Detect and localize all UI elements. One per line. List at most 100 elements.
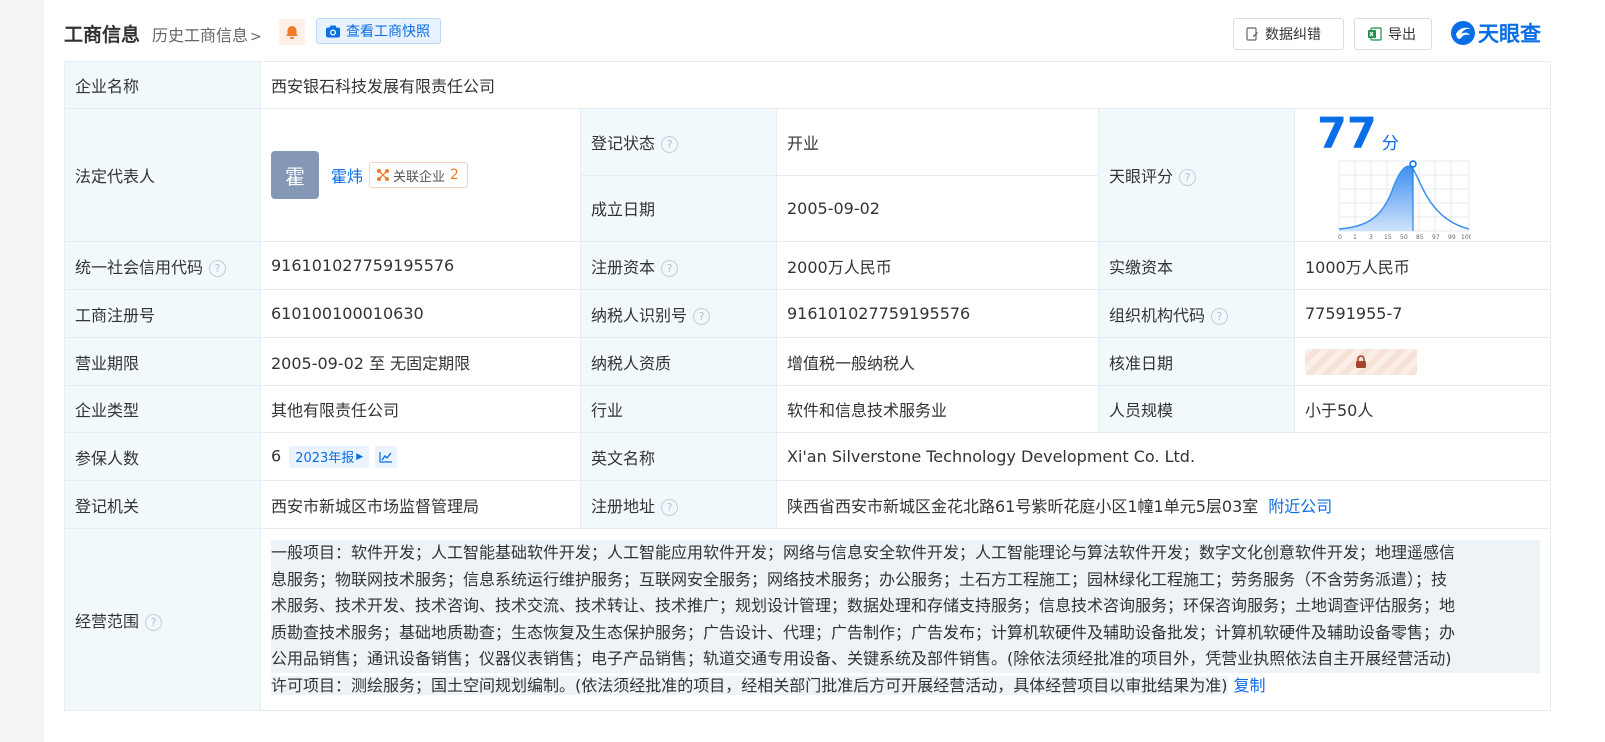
- tax-id-label: 纳税人识别号?: [580, 289, 777, 338]
- locked-value[interactable]: [1305, 348, 1417, 375]
- section-header: 工商信息 历史工商信息 > 查看工商快照 数据纠错 导出 天眼查: [64, 16, 1584, 50]
- score-value: 77: [1317, 109, 1377, 159]
- avatar[interactable]: 霍: [271, 151, 319, 199]
- scope-line: 一般项目：软件开发；人工智能基础软件开发；人工智能应用软件开发；网络与信息安全软…: [271, 540, 1541, 567]
- industry-value: 软件和信息技术服务业: [776, 385, 1099, 433]
- axis-tick: 100: [1461, 234, 1471, 241]
- axis-tick: 15: [1384, 234, 1392, 241]
- company-name-value: 西安银石科技发展有限责任公司: [259, 61, 1552, 109]
- org-code-label: 组织机构代码?: [1098, 289, 1295, 338]
- section-title: 工商信息: [64, 24, 141, 46]
- annual-report-tag[interactable]: 2023年报 ▶: [289, 445, 370, 468]
- approve-date-value: [1293, 337, 1552, 386]
- logo-mark-icon: [1451, 21, 1475, 45]
- scope-label: 经营范围?: [64, 528, 261, 711]
- monitor-bell-button[interactable]: [279, 19, 305, 45]
- table-row: 参保人数 6 2023年报 ▶ 英文名称 Xi'an Silverstone Tec…: [64, 432, 1552, 481]
- export-label: 导出: [1388, 27, 1416, 43]
- english-name-value: Xi'an Silverstone Technology Development…: [775, 432, 1552, 481]
- camera-icon: [326, 25, 340, 37]
- org-code-label-text: 组织机构代码: [1109, 305, 1206, 325]
- insured-value: 6: [271, 446, 282, 465]
- table-row: 工商注册号 610100100010630 纳税人识别号? 9161010277…: [64, 289, 1552, 338]
- related-label: 关联企业: [393, 169, 446, 185]
- logo-text: 天眼查: [1478, 22, 1541, 46]
- score-label-text: 天眼评分: [1109, 167, 1174, 186]
- est-date-label: 成立日期: [580, 174, 777, 242]
- authority-label: 登记机关: [64, 480, 261, 529]
- score-distribution-chart: 0 1 3 15 50 85 97 99 100: [1338, 160, 1473, 241]
- excel-icon: [1368, 27, 1382, 41]
- tax-qual-value: 增值税一般纳税人: [776, 337, 1099, 386]
- export-button[interactable]: 导出: [1354, 18, 1432, 50]
- scope-text: 一般项目：软件开发；人工智能基础软件开发；人工智能应用软件开发；网络与信息安全软…: [271, 536, 1541, 703]
- table-row: 登记机关 西安市新城区市场监督管理局 注册地址? 陕西省西安市新城区金花北路61…: [64, 480, 1552, 529]
- table-row: 营业期限 2005-09-02 至 无固定期限 纳税人资质 增值税一般纳税人 核…: [64, 337, 1552, 386]
- scope-line: 质勘查技术服务；基础地质勘查；生态恢复及生态保护服务；广告设计、代理；广告制作；…: [271, 619, 1541, 646]
- caret-right-icon: ▶: [356, 451, 364, 462]
- company-name-label: 企业名称: [64, 61, 261, 109]
- data-correct-label: 数据纠错: [1265, 27, 1321, 43]
- company-type-value: 其他有限责任公司: [260, 385, 581, 433]
- related-companies-tag[interactable]: 关联企业 2: [369, 162, 468, 188]
- credit-code-label: 统一社会信用代码?: [64, 241, 261, 290]
- tax-id-value: 916101027759195576: [776, 289, 1099, 338]
- tax-id-label-text: 纳税人识别号: [591, 305, 688, 325]
- help-icon[interactable]: ?: [661, 259, 679, 277]
- term-value: 2005-09-02 至 无固定期限: [260, 337, 581, 386]
- help-icon[interactable]: ?: [693, 307, 711, 325]
- score-marker-dot: [1409, 160, 1417, 168]
- reg-capital-value: 2000万人民币: [776, 241, 1099, 290]
- snapshot-label: 查看工商快照: [346, 24, 430, 40]
- scope-line: 息服务；物联网技术服务；信息系统运行维护服务；互联网安全服务；网络技术服务；办公…: [271, 566, 1541, 593]
- related-count: 2: [450, 167, 459, 183]
- annual-report-label: 2023年报: [295, 451, 355, 466]
- copy-button[interactable]: 复制: [1234, 676, 1266, 695]
- legal-rep-label: 法定代表人: [64, 108, 261, 242]
- nearby-companies-link[interactable]: 附近公司: [1268, 497, 1332, 516]
- score-axis: 0 1 3 15 50 85 97 99 100: [1338, 234, 1473, 241]
- address-label: 注册地址?: [580, 480, 777, 529]
- insured-label: 参保人数: [64, 432, 261, 481]
- reg-status-label: 登记状态?: [580, 108, 777, 176]
- address-cell: 陕西省西安市新城区金花北路61号紫昕花庭小区1幢1单元5层03室 附近公司: [775, 480, 1552, 529]
- industry-label: 行业: [580, 385, 777, 433]
- staff-size-value: 小于50人: [1293, 385, 1552, 433]
- scope-line: 公用品销售；通讯设备销售；仪器仪表销售；电子产品销售；轨道交通专用设备、关键系统…: [271, 646, 1541, 673]
- table-row: 法定代表人 霍霍炜 关联企业 2 登记状态? 开业 天眼评分? 77 分 0 1…: [64, 108, 1552, 242]
- help-icon[interactable]: ?: [1179, 169, 1197, 186]
- page: 工商信息 历史工商信息 > 查看工商快照 数据纠错 导出 天眼查 企业名称 西安银…: [44, 0, 1605, 742]
- reg-no-value: 610100100010630: [260, 289, 581, 338]
- english-name-label: 英文名称: [580, 432, 777, 481]
- trend-chart-button[interactable]: [375, 445, 398, 468]
- help-icon[interactable]: ?: [661, 135, 679, 153]
- paid-capital-label: 实缴资本: [1098, 241, 1295, 290]
- company-type-label: 企业类型: [64, 385, 261, 433]
- axis-tick: 97: [1432, 234, 1440, 241]
- org-code-value: 77591955-7: [1293, 289, 1552, 338]
- reg-capital-label: 注册资本?: [580, 241, 777, 290]
- table-row: 经营范围? 一般项目：软件开发；人工智能基础软件开发；人工智能应用软件开发；网络…: [64, 528, 1552, 711]
- chevron-right-icon: >: [250, 29, 262, 45]
- scope-line: 术服务、技术开发、技术咨询、技术交流、技术转让、技术推广；规划设计管理；数据处理…: [271, 593, 1541, 620]
- approve-date-label: 核准日期: [1098, 337, 1295, 386]
- help-icon[interactable]: ?: [1211, 307, 1229, 325]
- credit-code-value: 916101027759195576: [260, 241, 581, 290]
- reg-status-value: 开业: [776, 108, 1099, 176]
- data-correct-button[interactable]: 数据纠错: [1233, 18, 1344, 50]
- help-icon[interactable]: ?: [145, 613, 163, 631]
- help-icon[interactable]: ?: [661, 498, 679, 516]
- table-row: 企业名称 西安银石科技发展有限责任公司: [64, 61, 1552, 109]
- tax-qual-label: 纳税人资质: [580, 337, 777, 386]
- axis-tick: 1: [1353, 234, 1357, 241]
- help-icon[interactable]: ?: [209, 259, 227, 277]
- scope-value: 一般项目：软件开发；人工智能基础软件开发；人工智能应用软件开发；网络与信息安全软…: [259, 528, 1552, 711]
- snapshot-button[interactable]: 查看工商快照: [316, 18, 441, 44]
- axis-tick: 85: [1416, 234, 1424, 241]
- score-cell[interactable]: 77 分 0 1 3 15 50 85 97 99 100: [1293, 108, 1552, 242]
- table-row: 企业类型 其他有限责任公司 行业 软件和信息技术服务业 人员规模 小于50人: [64, 385, 1552, 433]
- history-link[interactable]: 历史工商信息 >: [152, 22, 262, 46]
- business-info-table: 企业名称 西安银石科技发展有限责任公司 法定代表人 霍霍炜 关联企业 2 登记状态?…: [64, 61, 1552, 711]
- paid-capital-value: 1000万人民币: [1293, 241, 1552, 290]
- legal-rep-name[interactable]: 霍炜: [331, 167, 363, 186]
